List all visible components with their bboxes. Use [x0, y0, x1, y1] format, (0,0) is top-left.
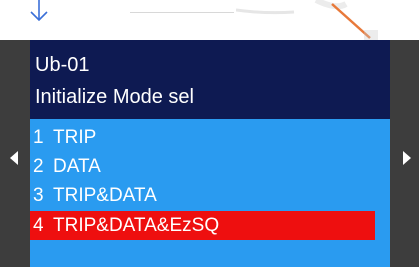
divider-line — [130, 12, 234, 13]
parameter-code: Ub-01 — [35, 54, 90, 76]
lcd-screen: Ub-01 Initialize Mode sel 1 TRIP 2 DATA 3T… — [30, 40, 390, 267]
down-arrow-icon — [30, 0, 48, 22]
screen-title: Initialize Mode sel — [35, 86, 194, 108]
option-trip-data[interactable]: 3 TRIP&DATA — [30, 181, 375, 210]
option-number: 2 — [33, 156, 44, 177]
option-label: TRIP&DATA&EzSQ — [53, 215, 220, 236]
option-trip-data-ezsq[interactable]: 4 TRIP&DATA&EzSQ — [30, 211, 375, 240]
right-triangle-icon[interactable] — [401, 150, 413, 166]
option-data[interactable]: 2 DATA — [30, 152, 375, 181]
option-trip[interactable]: 1 TRIP — [30, 123, 375, 152]
option-label: DATA — [53, 156, 101, 177]
option-number: 4 — [33, 215, 44, 236]
left-triangle-icon[interactable] — [8, 150, 20, 166]
annotation-strip — [0, 0, 419, 42]
option-number: 1 — [33, 127, 44, 148]
option-label: TRIP&DATA — [53, 185, 157, 206]
option-number: 3 — [33, 185, 44, 206]
cable-graphic — [236, 0, 378, 42]
screen-header: Ub-01 Initialize Mode sel — [30, 40, 390, 119]
option-label: TRIP — [53, 127, 97, 148]
